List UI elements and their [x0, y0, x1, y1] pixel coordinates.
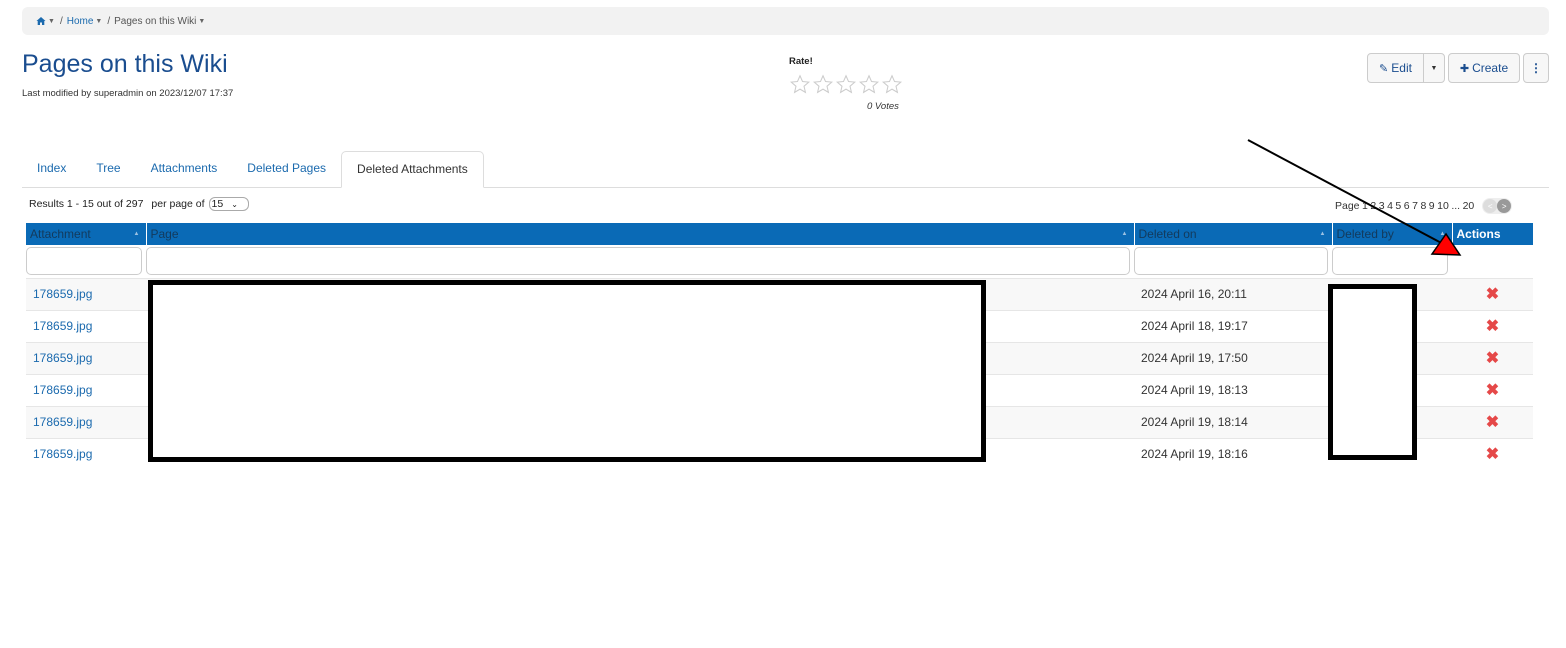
vertical-ellipsis-icon: ⋮	[1530, 61, 1542, 75]
pagination-label: Page	[1335, 200, 1360, 212]
column-header-attachment[interactable]: Attachment ▲	[26, 223, 147, 245]
pager-buttons: < >	[1482, 198, 1513, 214]
delete-x-icon[interactable]: ✖	[1459, 348, 1526, 368]
tab-tree[interactable]: Tree	[81, 151, 135, 187]
deleted-on-cell: 2024 April 16, 20:11	[1134, 277, 1332, 310]
plus-icon: ✚	[1459, 62, 1470, 75]
sort-arrow-icon[interactable]: ▲	[1122, 231, 1128, 237]
sort-arrow-icon[interactable]: ▲	[1320, 231, 1326, 237]
tab-deleted-attachments[interactable]: Deleted Attachments	[341, 151, 484, 188]
column-header-page[interactable]: Page ▲	[146, 223, 1135, 245]
pencil-icon: ✎	[1379, 62, 1389, 75]
breadcrumb: ▼ / Home ▼ / Pages on this Wiki ▼	[22, 7, 1549, 35]
redaction-box-page	[148, 280, 986, 462]
page-link[interactable]: 8	[1420, 200, 1426, 212]
breadcrumb-home-link[interactable]: Home	[67, 16, 94, 27]
tab-attachments[interactable]: Attachments	[136, 151, 233, 187]
per-page-select[interactable]: 15 ⌄	[208, 197, 249, 211]
column-header-deleted-by[interactable]: Deleted by ▲	[1332, 223, 1453, 245]
page-link[interactable]: 4	[1387, 200, 1393, 212]
home-dropdown-caret-icon[interactable]: ▼	[48, 18, 55, 25]
votes-count: 0 Votes	[867, 101, 899, 112]
breadcrumb-separator: /	[107, 15, 111, 27]
pagination-ellipsis: ...	[1451, 200, 1461, 212]
table-header-row: Attachment ▲ Page ▲ Deleted on ▲ Deleted by…	[26, 223, 1533, 245]
delete-x-icon[interactable]: ✖	[1459, 316, 1526, 336]
rate-label: Rate!	[789, 56, 813, 67]
column-label: Page	[150, 227, 179, 241]
column-label: Attachment	[30, 227, 91, 241]
sort-arrow-icon[interactable]: ▲	[1440, 231, 1446, 237]
deleted-on-cell: 2024 April 19, 18:14	[1134, 405, 1332, 438]
page-title: Pages on this Wiki	[22, 50, 228, 78]
delete-x-icon[interactable]: ✖	[1459, 380, 1526, 400]
star-rating[interactable]	[789, 74, 903, 95]
edit-label: Edit	[1391, 61, 1412, 75]
page-link[interactable]: 5	[1395, 200, 1401, 212]
next-page-button[interactable]: >	[1497, 199, 1512, 213]
deleted-by-filter-input[interactable]	[1332, 247, 1448, 276]
current-page-caret-icon[interactable]: ▼	[198, 18, 205, 25]
star-icon[interactable]	[858, 74, 880, 95]
sort-arrow-icon[interactable]: ▲	[134, 231, 140, 237]
per-page-value: 15	[211, 198, 224, 210]
attachment-link[interactable]: 178659.jpg	[33, 287, 92, 301]
page-link[interactable]: 3	[1379, 200, 1385, 212]
column-header-actions: Actions	[1452, 223, 1533, 245]
page-filter-input[interactable]	[146, 247, 1130, 276]
attachment-link[interactable]: 178659.jpg	[33, 447, 92, 461]
page-link[interactable]: 2	[1370, 200, 1376, 212]
deleted-on-filter-input[interactable]	[1134, 247, 1328, 276]
page-link[interactable]: 9	[1429, 200, 1435, 212]
attachment-filter-input[interactable]	[26, 247, 142, 276]
caret-down-icon: ▼	[1430, 64, 1438, 72]
delete-x-icon[interactable]: ✖	[1459, 412, 1526, 432]
attachment-link[interactable]: 178659.jpg	[33, 415, 92, 429]
results-count: Results 1 - 15 out of 297	[29, 198, 144, 210]
create-button[interactable]: ✚ Create	[1448, 53, 1520, 83]
results-summary: Results 1 - 15 out of 297 per page of 15…	[29, 197, 249, 211]
pagination: Page 1 2 3 4 5 6 7 8 9 10... 20 < >	[1335, 198, 1513, 214]
previous-page-button[interactable]: <	[1483, 199, 1498, 213]
last-modified-info: Last modified by superadmin on 2023/12/0…	[22, 88, 234, 99]
deleted-on-cell: 2024 April 18, 19:17	[1134, 309, 1332, 342]
star-icon[interactable]	[835, 74, 857, 95]
attachment-link[interactable]: 178659.jpg	[33, 319, 92, 333]
breadcrumb-current: Pages on this Wiki	[114, 15, 197, 27]
edit-button[interactable]: ✎ Edit	[1367, 53, 1424, 83]
column-label: Deleted on	[1138, 227, 1197, 241]
page-link[interactable]: 1	[1362, 200, 1368, 212]
delete-x-icon[interactable]: ✖	[1459, 444, 1526, 461]
breadcrumb-separator: /	[59, 15, 63, 27]
chevron-down-icon: ⌄	[231, 199, 238, 209]
page-link[interactable]: 10	[1437, 200, 1449, 212]
deleted-on-cell: 2024 April 19, 17:50	[1134, 341, 1332, 374]
page-link[interactable]: 20	[1463, 200, 1475, 212]
column-label: Deleted by	[1336, 227, 1394, 241]
tab-bar: Index Tree Attachments Deleted Pages Del…	[22, 151, 1549, 188]
star-icon[interactable]	[812, 74, 834, 95]
redaction-box-deleted-by	[1328, 284, 1417, 460]
page-link[interactable]: 7	[1412, 200, 1418, 212]
star-icon[interactable]	[789, 74, 811, 95]
star-icon[interactable]	[881, 74, 903, 95]
deleted-on-cell: 2024 April 19, 18:16	[1134, 437, 1332, 461]
more-options-button[interactable]: ⋮	[1523, 53, 1549, 83]
attachment-link[interactable]: 178659.jpg	[33, 351, 92, 365]
column-header-deleted-on[interactable]: Deleted on ▲	[1134, 223, 1333, 245]
tab-deleted-pages[interactable]: Deleted Pages	[232, 151, 341, 187]
per-page-label: per page of	[151, 198, 205, 210]
delete-x-icon[interactable]: ✖	[1459, 284, 1526, 304]
home-menu-caret-icon[interactable]: ▼	[95, 18, 102, 25]
attachment-link[interactable]: 178659.jpg	[33, 383, 92, 397]
home-icon[interactable]	[36, 16, 46, 26]
create-label: Create	[1472, 61, 1509, 75]
tab-index[interactable]: Index	[22, 151, 81, 187]
page-link[interactable]: 6	[1404, 200, 1410, 212]
deleted-on-cell: 2024 April 19, 18:13	[1134, 373, 1332, 406]
filter-row	[26, 245, 1533, 278]
edit-dropdown-button[interactable]: ▼	[1423, 53, 1445, 83]
